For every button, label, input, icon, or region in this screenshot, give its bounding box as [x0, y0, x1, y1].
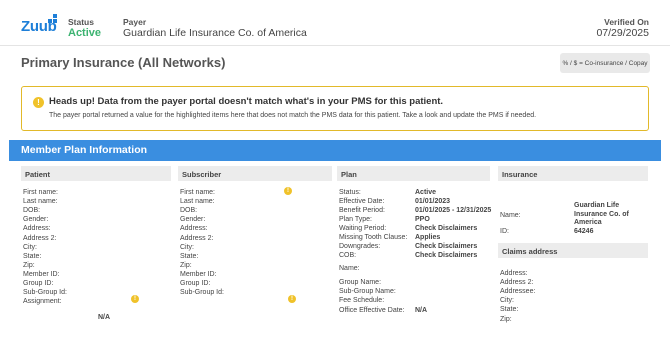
member-plan-section-bar: Member Plan Information [9, 140, 661, 161]
subscriber-field-label: DOB: [180, 207, 198, 215]
patient-field-label: Assignment: [23, 298, 62, 306]
insurance-id-label: ID: [500, 228, 509, 235]
patient-field-label: Member ID: [23, 270, 60, 278]
alert-title: Heads up! Data from the payer portal doe… [49, 96, 444, 107]
patient-field-label: Address 2: [23, 234, 57, 242]
mismatch-alert: ! Heads up! Data from the payer portal d… [21, 86, 649, 131]
plan-field-value: Check Disclaimers [415, 243, 478, 250]
insurance-id-value: 64246 [574, 228, 594, 235]
plan-heading: Plan [337, 166, 490, 181]
subscriber-field-label: Sub-Group Id: [180, 289, 224, 297]
assignment-value: N/A [98, 314, 111, 321]
insurance-column: Insurance Name: Guardian Life Insurance … [498, 166, 648, 323]
plan-field-label: Sub-Group Name: [339, 288, 396, 295]
patient-field-label: State: [23, 252, 42, 260]
subscriber-field-label: Group ID: [180, 280, 211, 287]
claims-address-field-label: State: [500, 306, 519, 314]
insurance-heading: Insurance [498, 166, 648, 181]
plan-field-value: 01/01/2025 - 12/31/2025 [415, 207, 492, 214]
subscriber-field-label: State: [180, 252, 199, 260]
plan-field-value: Check Disclaimers [415, 225, 478, 232]
plan-field-label: Missing Tooth Clause: [339, 234, 408, 241]
patient-field-label: Group ID: [23, 280, 54, 287]
warning-icon: ! [33, 97, 44, 108]
page-title: Primary Insurance (All Networks) [21, 55, 226, 70]
group-id-warning-icon[interactable]: ! [288, 295, 296, 303]
plan-field-label: Effective Date: [339, 198, 385, 205]
logo-mark-icon [48, 14, 58, 24]
plan-field-label: COB: [339, 252, 357, 259]
payer-value: Guardian Life Insurance Co. of America [123, 27, 307, 39]
patient-field-label: DOB: [23, 207, 41, 215]
claims-address-field-label: Addressee: [500, 288, 536, 296]
patient-field-label: City: [23, 243, 37, 251]
patient-heading: Patient [21, 166, 171, 181]
subscriber-heading: Subscriber [178, 166, 332, 181]
plan-field-label: Downgrades: [339, 243, 381, 250]
patient-field-label: Zip: [23, 261, 35, 269]
plan-field-label: Waiting Period: [339, 225, 387, 232]
subscriber-field-label: Last name: [180, 198, 215, 206]
plan-field-label: Group Name: [339, 279, 382, 286]
insurance-name-value: Guardian Life Insurance Co. of America [574, 202, 629, 226]
plan-field-value: PPO [415, 216, 430, 223]
section-title: Member Plan Information [21, 144, 148, 156]
patient-field-label: Gender: [23, 216, 49, 224]
subscriber-field-label: Gender: [180, 216, 206, 224]
plan-field-value: 01/01/2023 [415, 198, 451, 205]
subscriber-field-label: Member ID: [180, 270, 217, 278]
plan-field-label: Name: [339, 265, 360, 272]
patient-column: Patient N/A ! First name: Last name: DOB: G… [21, 166, 171, 321]
plan-field-value: Applies [415, 234, 441, 241]
plan-field-label: Office Effective Date: [339, 307, 405, 314]
subscriber-column: Subscriber ! ! First name: Last name: DOB:… [178, 166, 332, 303]
claims-address-field-label: Address: [500, 270, 528, 277]
patient-field-label: First name: [23, 189, 59, 196]
plan-field-value: Check Disclaimers [415, 252, 478, 259]
subscriber-field-label: Zip: [180, 261, 192, 269]
plan-column: Plan Status: Active Effective Date: 01/01/2… [337, 166, 491, 314]
alert-body: The payer portal returned a value for th… [49, 112, 537, 119]
top-header: Zuub Status Active Payer Guardian Life I… [0, 0, 670, 46]
plan-field-value: N/A [415, 307, 428, 314]
coinsurance-legend-badge: % / $ = Co-insurance / Copay [560, 53, 650, 73]
plan-field-label: Plan Type: [339, 216, 372, 223]
subscriber-field-label: City: [180, 243, 194, 251]
status-label: Status [68, 17, 94, 27]
first-name-warning-icon[interactable]: ! [284, 187, 292, 195]
plan-field-label: Fee Schedule: [339, 297, 385, 304]
patient-field-label: Address: [23, 225, 51, 233]
patient-field-label: Last name: [23, 198, 58, 206]
group-id-warning-icon[interactable]: ! [131, 295, 139, 303]
plan-field-value: Active [415, 189, 437, 196]
claims-address-field-label: Address 2: [500, 279, 534, 287]
verified-label: Verified On [604, 17, 649, 27]
insurance-name-label: Name: [500, 212, 521, 219]
subscriber-field-label: Address: [180, 225, 208, 233]
subscriber-field-label: Address 2: [180, 234, 214, 242]
claims-address-heading: Claims address [498, 243, 648, 258]
plan-field-label: Status: [339, 189, 361, 196]
claims-address-field-label: City: [500, 297, 514, 305]
plan-field-label: Benefit Period: [339, 207, 385, 214]
subscriber-field-label: First name: [180, 189, 216, 196]
patient-field-label: Sub-Group Id: [23, 289, 67, 297]
payer-label: Payer [123, 17, 147, 27]
claims-address-field-label: Zip: [500, 315, 512, 323]
status-value: Active [68, 27, 102, 39]
verified-date: 07/29/2025 [596, 27, 649, 39]
